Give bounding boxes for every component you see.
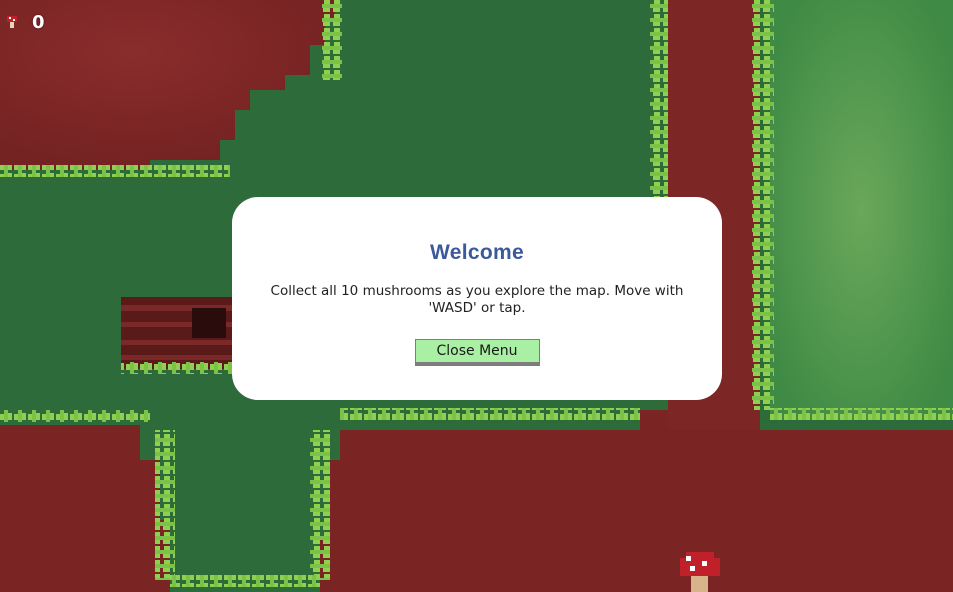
grass-edge-bottom-middle <box>340 408 640 420</box>
hollow-log <box>121 297 236 374</box>
grass-edge-path-left <box>650 0 668 200</box>
grass-edge-patch <box>322 0 342 80</box>
grass-edge-bottom-right <box>770 408 953 420</box>
grass-field-right <box>770 0 953 420</box>
dirt-area-bottom-right <box>320 410 953 592</box>
mushroom-count: 0 <box>32 11 45 33</box>
dialog-message: Collect all 10 mushrooms as you explore … <box>270 283 684 316</box>
welcome-dialog: Welcome Collect all 10 mushrooms as you … <box>232 197 722 400</box>
hud: 0 <box>6 10 45 34</box>
grass-edge-bottom-left <box>0 410 150 422</box>
dialog-title: Welcome <box>430 241 524 264</box>
grass-edge-lower-right <box>310 430 330 580</box>
grass-edge-path-right <box>752 0 774 410</box>
grass-edge-lower-left <box>155 430 175 580</box>
mushroom-icon <box>7 16 17 28</box>
grass-edge-bottom <box>170 575 320 587</box>
grass-edge-top-left <box>0 165 230 177</box>
close-menu-button[interactable]: Close Menu <box>414 339 540 366</box>
